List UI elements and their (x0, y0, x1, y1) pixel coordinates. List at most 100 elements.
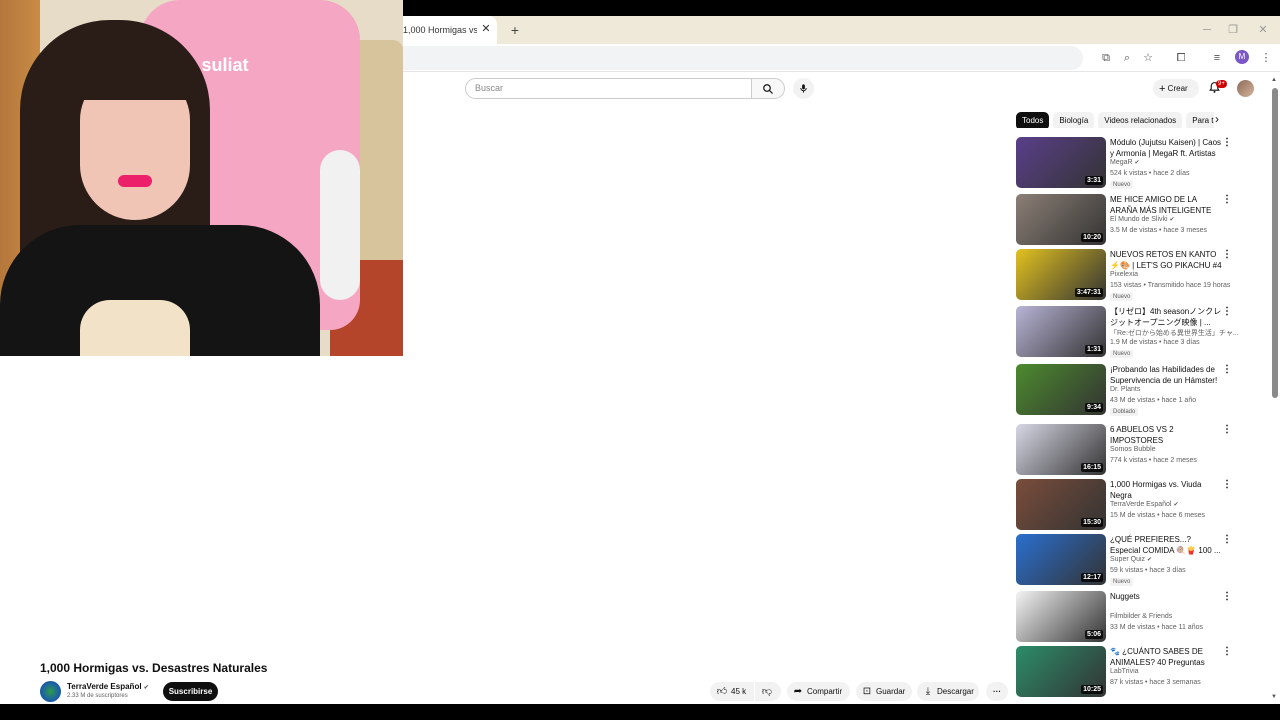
more-vertical-icon[interactable]: ⋮ (1222, 479, 1232, 493)
video-thumbnail[interactable]: 3:47:31 (1016, 249, 1106, 300)
related-video-item[interactable]: 12:17 ¿QUÉ PREFIERES...? Especial COMIDA … (1016, 534, 1236, 586)
related-video-title[interactable]: 【リゼロ】4th seasonノンクレジットオープニング映像 | ... (1110, 306, 1222, 328)
browser-tab-active[interactable]: 1,000 Hormigas vs. Desastres Naturales ✕ (403, 16, 497, 44)
share-icon: ➦ (793, 686, 803, 697)
video-thumbnail[interactable]: 5:06 (1016, 591, 1106, 642)
more-vertical-icon[interactable]: ⋮ (1222, 646, 1232, 660)
channel-avatar[interactable] (40, 681, 61, 702)
related-video-title[interactable]: ¿QUÉ PREFIERES...? Especial COMIDA 🍭🍟 10… (1110, 534, 1222, 556)
related-video-title[interactable]: 🐾 ¿CUÁNTO SABES DE ANIMALES? 40 Pregunta… (1110, 646, 1222, 668)
duration-badge: 5:06 (1084, 630, 1103, 639)
more-actions-button[interactable]: ··· (986, 682, 1008, 701)
duration-badge: 10:20 (1081, 233, 1103, 242)
related-video-item[interactable]: 16:15 6 ABUELOS VS 2 IMPOSTORES Somos Bubb… (1016, 424, 1236, 476)
related-channel-name: Somos Bubble (1110, 446, 1156, 453)
related-video-title[interactable]: Nuggets (1110, 591, 1222, 602)
related-video-title[interactable]: 1,000 Hormigas vs. Viuda Negra (1110, 479, 1222, 501)
more-vertical-icon[interactable]: ⋮ (1222, 591, 1232, 605)
related-video-title[interactable]: Módulo (Jujutsu Kaisen) | Caos y Armonía… (1110, 137, 1222, 159)
install-app-icon[interactable]: ⧉ (1098, 50, 1114, 66)
save-label: Guardar (876, 687, 906, 696)
like-button[interactable]: 👍︎ 45 k (710, 682, 754, 701)
related-channel[interactable]: Pixelexia (1110, 271, 1138, 278)
related-video-item[interactable]: 9:34 ¡Probando las Habilidades de Supervi… (1016, 364, 1236, 416)
related-video-item[interactable]: 3:31 Módulo (Jujutsu Kaisen) | Caos y Arm… (1016, 137, 1236, 189)
voice-search-button[interactable] (793, 78, 814, 99)
related-video-item[interactable]: 3:47:31 NUEVOS RETOS EN KANTO ⚡🎨 | LET'S … (1016, 249, 1236, 301)
related-channel[interactable]: Super Quiz ✔ (1110, 556, 1152, 563)
video-thumbnail[interactable]: 16:15 (1016, 424, 1106, 475)
maximize-icon[interactable]: ❐ (1225, 22, 1241, 38)
window-close-icon[interactable]: ✕ (1255, 22, 1271, 38)
search-input[interactable]: Buscar (465, 78, 752, 99)
channel-name[interactable]: TerraVerde Español ✔ (67, 682, 149, 691)
video-thumbnail[interactable]: 12:17 (1016, 534, 1106, 585)
browser-profile-avatar[interactable]: M (1235, 50, 1249, 64)
search-button[interactable] (751, 78, 785, 99)
account-avatar[interactable] (1237, 80, 1254, 97)
browser-menu-icon[interactable]: ⋮ (1258, 50, 1274, 66)
more-vertical-icon[interactable]: ⋮ (1222, 137, 1232, 151)
related-channel[interactable]: Somos Bubble (1110, 446, 1156, 453)
related-channel[interactable]: Filmbilder & Friends (1110, 613, 1172, 620)
related-video-item[interactable]: 10:25 🐾 ¿CUÁNTO SABES DE ANIMALES? 40 Pre… (1016, 646, 1236, 698)
more-vertical-icon[interactable]: ⋮ (1222, 424, 1232, 438)
scroll-up-arrow-icon[interactable]: ▲ (1271, 77, 1277, 83)
channel-name-text: TerraVerde Español (67, 682, 142, 691)
related-video-item[interactable]: 15:30 1,000 Hormigas vs. Viuda Negra Terra… (1016, 479, 1236, 531)
related-video-item[interactable]: 10:20 ME HICE AMIGO DE LA ARAÑA MÁS INTEL… (1016, 194, 1236, 246)
subscribe-button[interactable]: Suscribirse (163, 682, 218, 701)
video-thumbnail[interactable]: 3:31 (1016, 137, 1106, 188)
related-channel[interactable]: MegaR ✔ (1110, 159, 1140, 166)
scrollbar-thumb[interactable] (1272, 88, 1278, 398)
chevron-right-icon[interactable]: › (1210, 112, 1224, 126)
more-vertical-icon[interactable]: ⋮ (1222, 364, 1232, 378)
video-thumbnail[interactable]: 1:31 (1016, 306, 1106, 357)
search-icon (763, 84, 773, 94)
related-channel-name: Pixelexia (1110, 271, 1139, 278)
download-button[interactable]: ⤓ Descargar (917, 682, 979, 701)
close-icon[interactable]: ✕ (479, 22, 493, 36)
related-channel[interactable]: Dr. Plants (1110, 386, 1140, 393)
video-thumbnail[interactable]: 10:25 (1016, 646, 1106, 697)
related-meta: 774 k vistas • hace 2 meses (1110, 457, 1197, 464)
address-bar[interactable] (403, 46, 1083, 70)
related-video-title[interactable]: NUEVOS RETOS EN KANTO ⚡🎨 | LET'S GO PIKA… (1110, 249, 1222, 271)
more-vertical-icon[interactable]: ⋮ (1222, 194, 1232, 208)
more-vertical-icon[interactable]: ⋮ (1222, 249, 1232, 263)
related-video-item[interactable]: 5:06 Nuggets Filmbilder & Friends 33 M de v… (1016, 591, 1236, 643)
save-button[interactable]: ⊡ Guardar (856, 682, 912, 701)
related-channel[interactable]: 「Re:ゼロから始める異世界生活」チャ... (1110, 328, 1239, 338)
bookmark-star-icon[interactable]: ☆ (1140, 50, 1156, 66)
related-channel[interactable]: TerraVerde Español ✔ (1110, 501, 1178, 508)
bookmark-icon: ⊡ (862, 686, 872, 697)
related-meta: 15 M de vistas • hace 6 meses (1110, 512, 1206, 519)
related-video-item[interactable]: 1:31 【リゼロ】4th seasonノンクレジットオープニング映像 | ...… (1016, 306, 1239, 358)
more-vertical-icon[interactable]: ⋮ (1222, 534, 1232, 548)
share-button[interactable]: ➦ Compartir (787, 682, 850, 701)
video-title: 1,000 Hormigas vs. Desastres Naturales (40, 661, 268, 675)
related-video-title[interactable]: ME HICE AMIGO DE LA ARAÑA MÁS INTELIGENT… (1110, 194, 1222, 216)
video-thumbnail[interactable]: 15:30 (1016, 479, 1106, 530)
new-tab-button[interactable]: + (506, 21, 524, 39)
minimize-icon[interactable]: ─ (1199, 22, 1215, 38)
extensions-icon[interactable]: ⧠ (1173, 50, 1189, 66)
media-controls-icon[interactable]: ≡ (1209, 50, 1225, 66)
related-video-title[interactable]: ¡Probando las Habilidades de Supervivenc… (1110, 364, 1222, 386)
create-button[interactable]: + Crear (1153, 79, 1199, 98)
related-channel[interactable]: LabTrivia (1110, 668, 1139, 675)
chip-biologia[interactable]: Biología (1053, 112, 1095, 128)
chip-videos-relacionados[interactable]: Videos relacionados (1098, 112, 1183, 128)
video-thumbnail[interactable]: 9:34 (1016, 364, 1106, 415)
more-horizontal-icon: ··· (993, 687, 1001, 696)
zoom-icon[interactable]: ⌕ (1119, 50, 1135, 66)
thumbs-down-icon: 👎︎ (761, 686, 773, 697)
dislike-button[interactable]: 👎︎ (755, 682, 781, 701)
shirt-print (80, 300, 190, 356)
more-vertical-icon[interactable]: ⋮ (1222, 306, 1232, 320)
related-channel[interactable]: El Mundo de Slivki ✔ (1110, 216, 1175, 223)
scroll-down-arrow-icon[interactable]: ▼ (1271, 694, 1277, 700)
related-video-title[interactable]: 6 ABUELOS VS 2 IMPOSTORES (1110, 424, 1222, 446)
video-thumbnail[interactable]: 10:20 (1016, 194, 1106, 245)
chip-todos[interactable]: Todos (1016, 112, 1050, 128)
